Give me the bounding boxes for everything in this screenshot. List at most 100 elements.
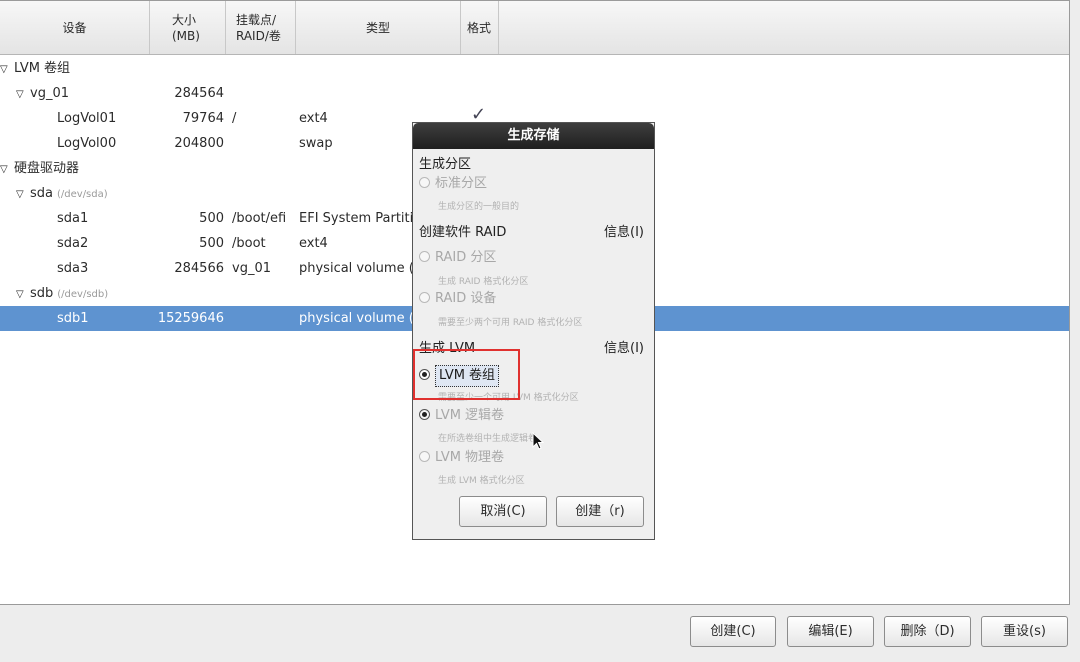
radio-icon	[419, 251, 430, 262]
expander-triangle-icon[interactable]: ▽	[0, 57, 14, 81]
device-name: sda1	[57, 211, 89, 226]
column-header-device-label: 设备	[62, 20, 87, 35]
size-cell: 500	[199, 236, 224, 251]
delete-button[interactable]: 删除（D)	[884, 616, 971, 647]
column-header-device[interactable]: 设备	[0, 1, 150, 54]
lvm-volume-group-desc: 需要至少一个可用 LVM 格式化分区	[438, 393, 579, 403]
standard-partition-desc: 生成分区的一般目的	[438, 202, 520, 212]
radio-standard-partition: 标准分区	[419, 175, 487, 193]
dialog-create-button[interactable]: 创建（r)	[556, 496, 644, 527]
dialog-cancel-button[interactable]: 取消(C)	[459, 496, 547, 527]
radio-lvm-physical-volume: LVM 物理卷	[419, 449, 504, 467]
mount-cell	[232, 306, 296, 331]
create-button[interactable]: 创建(C)	[690, 616, 776, 647]
column-header-size-label: 大小 (MB)	[172, 12, 200, 43]
radio-raid-device: RAID 设备	[419, 290, 496, 308]
radio-lvm-physical-volume-label: LVM 物理卷	[435, 450, 505, 465]
radio-standard-partition-label: 标准分区	[435, 176, 488, 191]
mount-cell: /boot/efi	[232, 211, 287, 226]
lvm-physical-volume-desc: 生成 LVM 格式化分区	[438, 476, 525, 486]
device-cell: sda1	[57, 206, 150, 231]
section-create-raid: 创建软件 RAID	[419, 225, 507, 240]
size-cell: 500	[199, 211, 224, 226]
device-cell: ▽ 硬盘驱动器	[0, 156, 150, 181]
device-name: sda3	[57, 261, 89, 276]
mount-cell: /boot	[232, 236, 266, 251]
expander-triangle-icon[interactable]: ▽	[16, 182, 30, 206]
type-cell	[299, 56, 459, 81]
column-header-format[interactable]: 格式	[461, 1, 499, 54]
radio-lvm-logical-volume[interactable]: LVM 逻辑卷	[419, 407, 504, 425]
radio-raid-partition: RAID 分区	[419, 249, 496, 267]
radio-raid-partition-label: RAID 分区	[435, 250, 497, 265]
mount-cell	[232, 156, 296, 181]
expander-triangle-icon[interactable]: ▽	[0, 157, 14, 181]
mount-cell: vg_01	[232, 261, 271, 276]
device-name: 硬盘驱动器	[14, 161, 80, 176]
size-cell	[150, 156, 224, 181]
device-name: vg_01	[30, 86, 69, 101]
mount-cell	[232, 131, 296, 156]
size-cell	[150, 181, 224, 206]
radio-lvm-volume-group-label: LVM 卷组	[435, 365, 500, 387]
size-cell	[150, 281, 224, 306]
device-cell: LogVol01	[57, 106, 150, 131]
table-row[interactable]: ▽ vg_01 284564	[0, 81, 1069, 106]
radio-selected-icon	[419, 369, 430, 380]
device-name: sdb1	[57, 311, 89, 326]
radio-lvm-volume-group[interactable]: LVM 卷组	[419, 365, 500, 387]
device-name: sda	[30, 186, 53, 201]
size-cell: 284566	[174, 261, 224, 276]
dialog-title: 生成存储	[413, 123, 654, 149]
expander-triangle-icon[interactable]: ▽	[16, 82, 30, 106]
device-cell: ▽ LVM 卷组	[0, 56, 150, 81]
size-cell: 15259646	[157, 311, 224, 326]
lvm-info-button[interactable]: 信息(I)	[604, 337, 644, 356]
column-header-format-label: 格式	[467, 20, 492, 35]
create-storage-dialog: 生成存储 生成分区 标准分区 生成分区的一般目的 创建软件 RAID 信息(I)…	[412, 122, 655, 540]
raid-partition-desc: 生成 RAID 格式化分区	[438, 277, 529, 287]
device-cell: ▽ vg_01	[16, 81, 150, 106]
section-create-partition: 生成分区	[419, 157, 472, 172]
device-cell: ▽ sdb (/dev/sdb)	[16, 281, 150, 306]
size-cell: 284564	[174, 86, 224, 101]
tree-header: 设备 大小 (MB) 挂载点/ RAID/卷 类型 格式	[0, 1, 1069, 55]
column-header-mount-label: 挂载点/ RAID/卷	[236, 12, 281, 43]
edit-button[interactable]: 编辑(E)	[787, 616, 874, 647]
size-cell	[150, 56, 224, 81]
expander-triangle-icon[interactable]: ▽	[16, 282, 30, 306]
device-path: (/dev/sda)	[57, 189, 108, 200]
column-header-size[interactable]: 大小 (MB)	[150, 1, 226, 54]
mouse-cursor-icon	[532, 432, 545, 450]
radio-icon	[419, 451, 430, 462]
column-header-mount[interactable]: 挂载点/ RAID/卷	[226, 1, 296, 54]
raid-device-desc: 需要至少两个可用 RAID 格式化分区	[438, 318, 583, 328]
lvm-logical-volume-desc: 在所选卷组中生成逻辑卷	[438, 434, 538, 444]
mount-cell	[232, 81, 296, 106]
device-name: LogVol01	[57, 111, 117, 126]
size-cell: 204800	[174, 136, 224, 151]
section-create-lvm: 生成 LVM	[419, 341, 476, 356]
radio-raid-device-label: RAID 设备	[435, 291, 497, 306]
raid-info-button[interactable]: 信息(I)	[604, 221, 644, 240]
device-name: LVM 卷组	[14, 61, 71, 76]
mount-cell	[232, 181, 296, 206]
radio-icon	[419, 292, 430, 303]
radio-icon	[419, 177, 430, 188]
column-header-type-label: 类型	[365, 20, 390, 35]
size-cell: 79764	[182, 111, 224, 126]
device-cell: sda2	[57, 231, 150, 256]
column-header-type[interactable]: 类型	[296, 1, 461, 54]
table-row[interactable]: ▽ LVM 卷组	[0, 56, 1069, 81]
type-cell	[299, 81, 459, 106]
device-name: sda2	[57, 236, 89, 251]
device-name: LogVol00	[57, 136, 117, 151]
device-path: (/dev/sdb)	[57, 289, 109, 300]
device-cell: ▽ sda (/dev/sda)	[16, 181, 150, 206]
device-cell: sdb1	[57, 306, 150, 331]
radio-icon	[419, 409, 430, 420]
mount-cell	[232, 56, 296, 81]
device-name: sdb	[30, 286, 54, 301]
device-cell: sda3	[57, 256, 150, 281]
reset-button[interactable]: 重设(s)	[981, 616, 1068, 647]
